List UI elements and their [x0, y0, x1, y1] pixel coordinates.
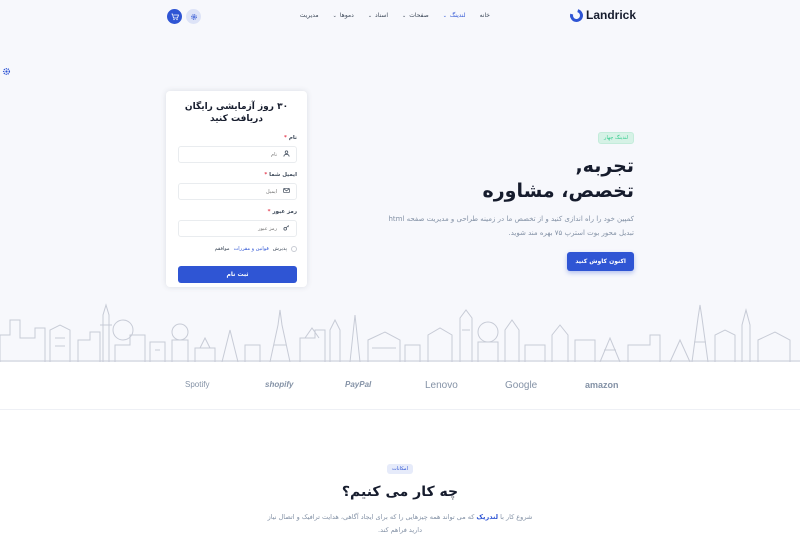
terms-row: پذیرش قوانین و مقررات موافقم	[176, 246, 297, 252]
lenovo-logo: Lenovo	[425, 380, 458, 391]
name-field[interactable]	[178, 146, 297, 163]
name-label-text: نام	[288, 135, 297, 141]
chevron-down-icon: ⌄	[367, 12, 373, 19]
menu-label: صفحات	[409, 12, 429, 19]
features-description: شروع کار با لندریک که می تواند همه چیزها…	[263, 511, 538, 537]
password-field[interactable]	[178, 220, 297, 237]
chevron-down-icon: ⌄	[442, 12, 447, 19]
password-input[interactable]	[187, 225, 277, 232]
signup-button[interactable]: ثبت نام	[178, 266, 297, 283]
desc-highlight: لندریک	[476, 513, 499, 521]
menu-item-home[interactable]: خانه	[480, 12, 490, 19]
mail-icon	[282, 187, 291, 196]
desc-prefix: شروع کار با	[500, 513, 533, 521]
menu-item-admin[interactable]: مدیریت	[300, 12, 319, 19]
password-label: رمز عبور *	[267, 209, 297, 215]
shopify-logo: shopify	[265, 380, 294, 389]
desc-suffix: که می تواند همه چیزهایی را که برای ایجاد…	[267, 513, 475, 534]
google-logo: Google	[505, 380, 538, 391]
menu-label: اسناد	[375, 12, 389, 19]
menu-item-demos[interactable]: دموها ⌄	[333, 12, 354, 19]
signup-title: ۳۰ روز آزمایشی رایگان دریافت کنید	[184, 102, 289, 124]
email-field[interactable]	[178, 183, 297, 200]
hero-headline: تجربه, تخصص، مشاوره	[374, 154, 635, 204]
menu-label: مدیریت	[299, 12, 319, 19]
user-icon	[282, 150, 291, 159]
name-label: نام *	[284, 135, 297, 141]
brand-logos: Spotify shopify PayPal Lenovo Google ama…	[0, 362, 800, 410]
menu-item-docs[interactable]: اسناد ⌄	[368, 12, 388, 19]
headline-line-2: تخصص، مشاوره	[482, 180, 635, 202]
logo[interactable]: Landrick	[567, 6, 636, 24]
explore-button[interactable]: اکنون کاوش کنید	[567, 252, 634, 271]
email-input[interactable]	[187, 188, 277, 195]
signup-card: ۳۰ روز آزمایشی رایگان دریافت کنید نام * …	[166, 91, 307, 287]
menu-label: لندینگ	[449, 12, 466, 19]
menu-label: دموها	[339, 12, 354, 19]
terms-prefix: پذیرش	[272, 246, 287, 252]
gear-icon	[190, 13, 197, 20]
terms-suffix: موافقم	[214, 246, 230, 252]
features-section: امکانات چه کار می کنیم؟ شروع کار با لندر…	[0, 455, 800, 537]
cart-button[interactable]	[167, 9, 182, 24]
features-tag: امکانات	[387, 464, 413, 474]
headline-line-1: تجربه,	[575, 155, 634, 177]
name-input[interactable]	[187, 151, 277, 158]
style-switcher-gear-icon[interactable]	[2, 67, 11, 79]
terms-link[interactable]: قوانین و مقررات	[234, 246, 269, 252]
amazon-logo: amazon	[585, 380, 619, 390]
features-title: چه کار می کنیم؟	[341, 484, 459, 500]
menu-label: خانه	[479, 12, 490, 19]
hero-text: لندینگ چهار تجربه, تخصص، مشاوره کمپین خو…	[374, 124, 634, 271]
settings-button[interactable]	[186, 9, 201, 24]
email-label-text: ایمیل شما	[269, 172, 297, 178]
logo-text: Landrick	[585, 8, 636, 22]
menu-item-pages[interactable]: صفحات ⌄	[402, 12, 429, 19]
city-skyline-illustration	[0, 303, 800, 362]
key-icon	[282, 224, 291, 233]
chevron-down-icon: ⌄	[402, 12, 407, 19]
chevron-down-icon: ⌄	[332, 12, 337, 19]
menu-item-landing[interactable]: لندینگ ⌄	[443, 12, 466, 19]
logo-icon	[567, 6, 586, 24]
hero-badge: لندینگ چهار	[598, 132, 634, 144]
password-label-text: رمز عبور	[272, 209, 297, 215]
navbar: Landrick خانه لندینگ ⌄ صفحات ⌄ اسناد ⌄ دموه…	[0, 0, 800, 34]
main-menu: خانه لندینگ ⌄ صفحات ⌄ اسناد ⌄ دموها ⌄ مدیریت	[300, 12, 490, 19]
email-label: ایمیل شما *	[264, 172, 297, 178]
hero-description: کمپین خود را راه اندازی کنید و از تخصص م…	[388, 215, 634, 237]
cart-icon	[171, 13, 179, 20]
terms-checkbox[interactable]	[291, 246, 297, 252]
spotify-logo: Spotify	[185, 380, 210, 389]
paypal-logo: PayPal	[345, 380, 372, 389]
